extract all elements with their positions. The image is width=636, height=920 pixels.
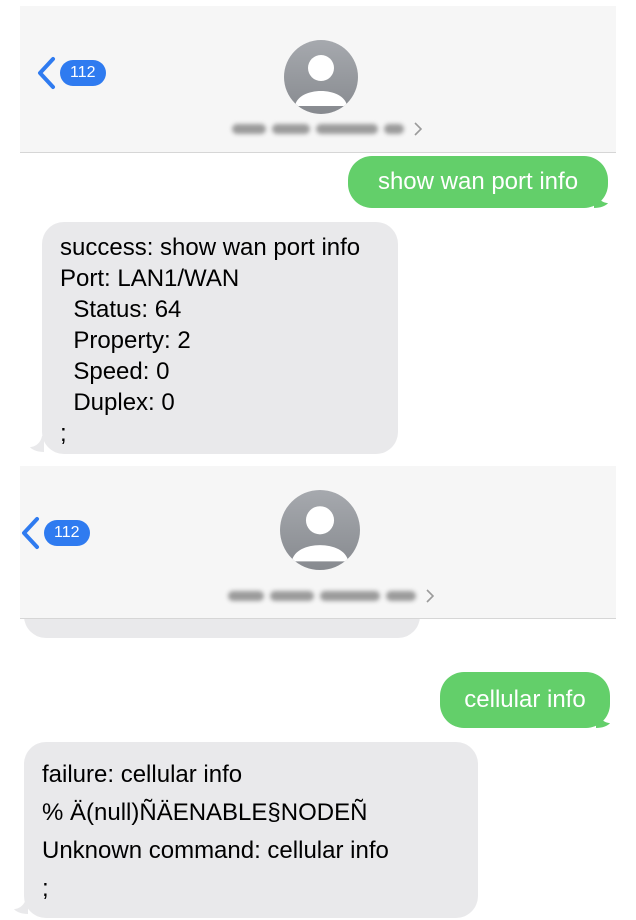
contact-name-redacted xyxy=(384,124,404,134)
conversation-header: 112 xyxy=(20,6,616,153)
received-message-bubble[interactable]: failure: cellular info % Ä(null)ÑÄENABLE… xyxy=(24,742,478,918)
contact-name-redacted xyxy=(320,591,380,601)
conversation-screenshot-2: ; 112 cellular info xyxy=(0,466,636,920)
chevron-left-icon xyxy=(38,57,55,89)
contact-name[interactable] xyxy=(232,122,422,136)
contact-name-redacted xyxy=(270,591,314,601)
contact-name[interactable] xyxy=(228,589,434,603)
unread-count-badge: 112 xyxy=(60,60,106,86)
contact-name-redacted xyxy=(232,124,266,134)
conversation-screenshot-1: 112 show wan port info success: show wan… xyxy=(0,0,636,462)
person-silhouette-icon xyxy=(291,506,349,562)
sent-message-bubble[interactable]: show wan port info xyxy=(348,156,608,208)
sent-message-bubble[interactable]: cellular info xyxy=(440,672,610,728)
chevron-right-icon xyxy=(426,589,434,603)
contact-name-redacted xyxy=(316,124,378,134)
person-silhouette-icon xyxy=(295,55,347,106)
conversation-header: 112 xyxy=(20,466,616,619)
contact-name-redacted xyxy=(386,591,416,601)
chevron-left-icon xyxy=(22,517,39,549)
avatar[interactable] xyxy=(280,490,360,570)
contact-name-redacted xyxy=(272,124,310,134)
contact-name-redacted xyxy=(228,591,264,601)
back-button[interactable]: 112 xyxy=(20,516,90,550)
received-message-bubble[interactable]: success: show wan port info Port: LAN1/W… xyxy=(42,222,398,454)
avatar[interactable] xyxy=(284,40,358,114)
unread-count-badge: 112 xyxy=(44,520,90,546)
received-bubble-tail xyxy=(30,436,44,452)
chevron-right-icon xyxy=(414,122,422,136)
back-button[interactable]: 112 xyxy=(36,56,106,90)
